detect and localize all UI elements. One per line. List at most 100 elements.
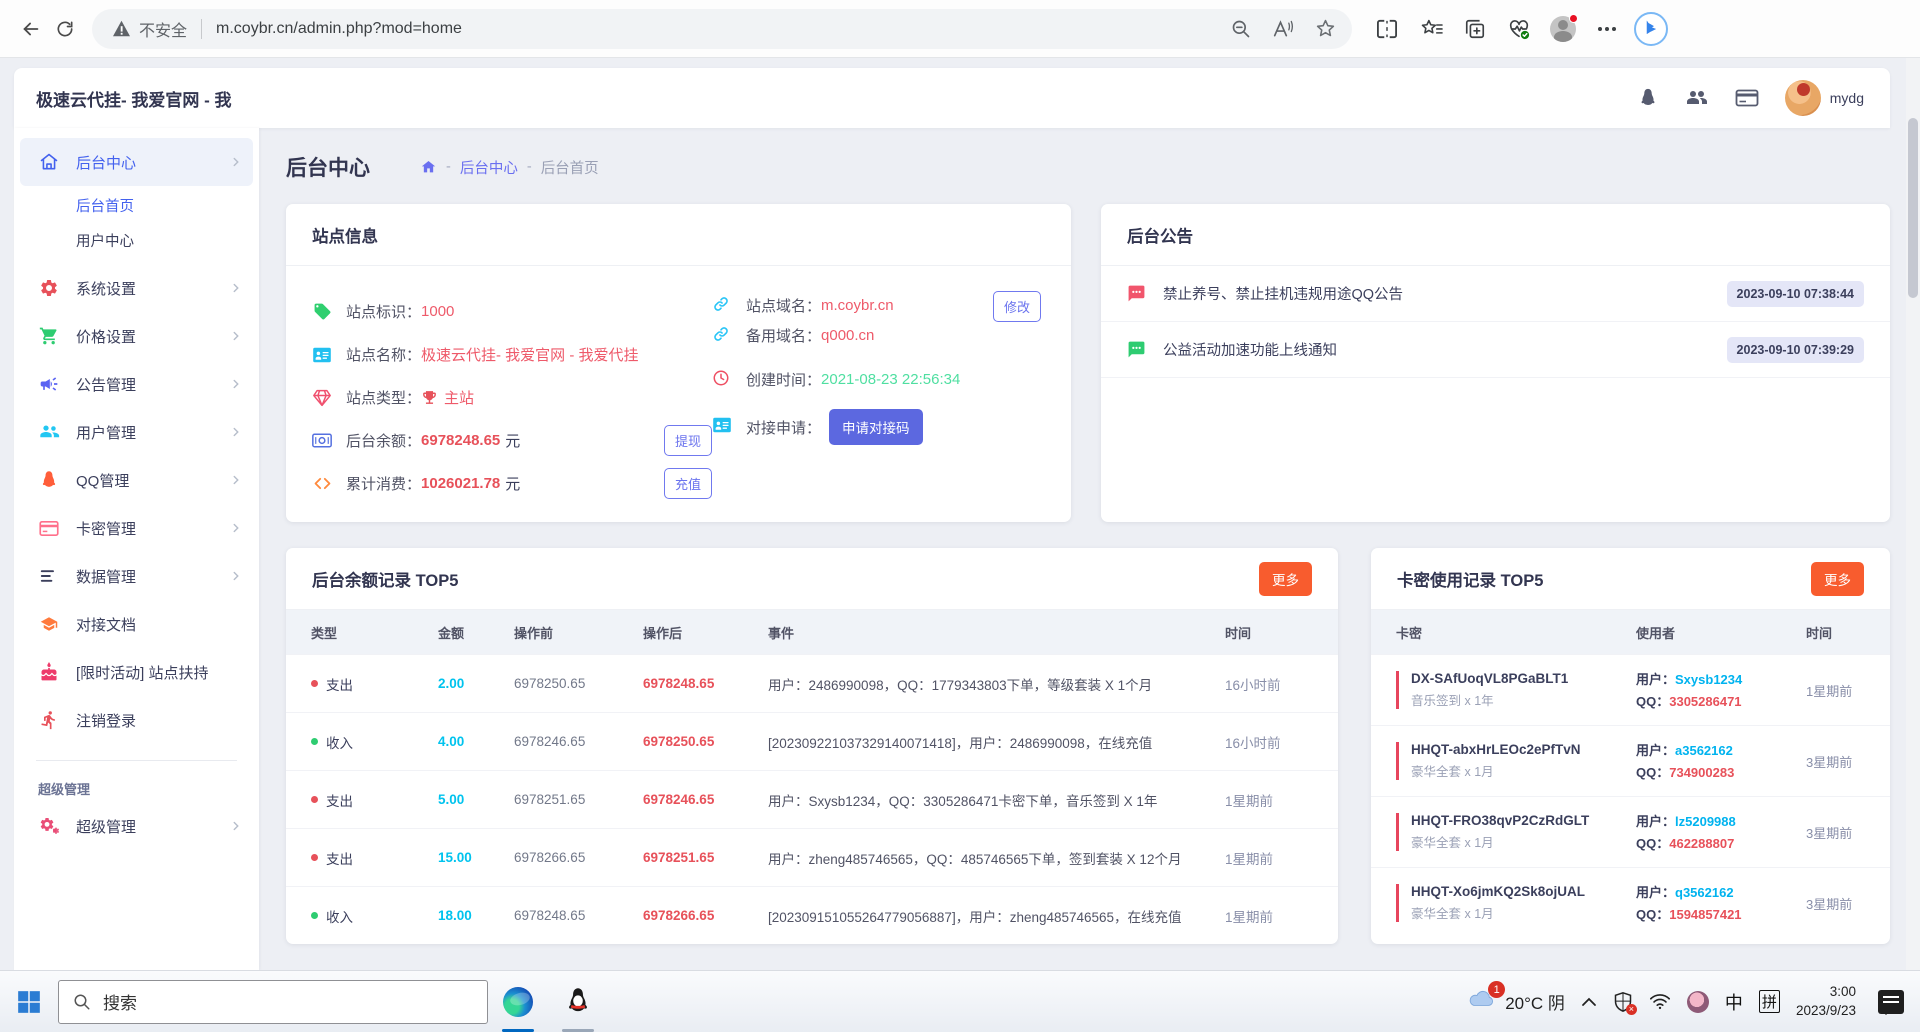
taskbar-qq-app[interactable] — [548, 971, 608, 1032]
sidebar-item-price-settings[interactable]: 价格设置 — [14, 312, 259, 360]
user-menu[interactable]: mydg — [1785, 80, 1864, 116]
qq-notify-icon[interactable] — [1637, 86, 1659, 110]
chevron-right-icon — [229, 377, 243, 391]
defender-shield-icon[interactable]: × — [1613, 991, 1633, 1013]
address-bar[interactable]: 不安全 m.coybr.cn/admin.php?mod=home — [92, 9, 1352, 49]
qq-icon — [564, 986, 592, 1018]
settings-menu-icon[interactable] — [1590, 12, 1624, 46]
announcement-time-badge: 2023-09-10 07:38:44 — [1727, 281, 1864, 307]
money-icon — [312, 431, 332, 451]
clock-date: 2023/9/23 — [1796, 1002, 1856, 1020]
income-dot — [311, 738, 318, 745]
sidebar-subitem-user-center[interactable]: 用户中心 — [14, 223, 259, 258]
taskbar-clock[interactable]: 3:00 2023/9/23 — [1796, 983, 1856, 1019]
site-name-row: 站点名称： 极速云代挂- 我爱官网 - 我爱代挂 — [312, 333, 712, 376]
tag-icon — [312, 302, 332, 322]
card-usage-more-button[interactable]: 更多 — [1811, 562, 1864, 596]
favorite-star-icon[interactable] — [1308, 12, 1342, 46]
users-icon[interactable] — [1685, 88, 1709, 108]
url-text[interactable]: m.coybr.cn/admin.php?mod=home — [216, 20, 1224, 38]
api-apply-row: 对接申请： 申请对接码 — [712, 408, 1045, 446]
gear-icon — [38, 277, 60, 299]
ime-mode-indicator[interactable]: 拼 — [1759, 990, 1780, 1013]
sidebar-item-super-admin[interactable]: 超级管理 — [14, 802, 259, 850]
read-aloud-icon[interactable] — [1266, 12, 1300, 46]
refresh-icon[interactable] — [48, 12, 82, 46]
income-dot — [311, 912, 318, 919]
balance-row: 支出 15.00 6978266.65 6978251.65 用户：zheng4… — [286, 828, 1338, 886]
recharge-button[interactable]: 充值 — [664, 468, 712, 499]
balance-row: 收入 4.00 6978246.65 6978250.65 [202309221… — [286, 712, 1338, 770]
billing-card-icon[interactable] — [1735, 89, 1759, 108]
sidebar-item-system-settings[interactable]: 系统设置 — [14, 264, 259, 312]
graduation-cap-icon — [38, 613, 60, 635]
card-usage-row: DX-SAfUoqVL8PGaBLT1音乐签到 x 1年 用户：Sxysb123… — [1371, 654, 1890, 725]
id-card-icon — [312, 345, 332, 365]
chevron-right-icon — [229, 569, 243, 583]
breadcrumb-backend-center[interactable]: 后台中心 — [460, 157, 518, 178]
breadcrumb-home-icon[interactable] — [420, 159, 437, 175]
browser-essentials-icon[interactable] — [1502, 12, 1536, 46]
admin-area: 极速云代挂- 我爱官网 - 我 mydg — [0, 58, 1920, 970]
collections-icon[interactable] — [1458, 12, 1492, 46]
split-screen-icon[interactable] — [1370, 12, 1404, 46]
runner-icon — [38, 709, 60, 731]
browser-profile-icon[interactable] — [1546, 12, 1580, 46]
balance-more-button[interactable]: 更多 — [1259, 562, 1312, 596]
card-usage-row: HHQT-FRO38qvP2CzRdGLT豪华全套 x 1月 用户：lz5209… — [1371, 796, 1890, 867]
site-info-title: 站点信息 — [312, 223, 378, 247]
trophy-icon — [421, 389, 438, 406]
chevron-right-icon — [229, 473, 243, 487]
edit-domain-button[interactable]: 修改 — [993, 291, 1041, 322]
balance-records-title: 后台余额记录 TOP5 — [312, 567, 458, 591]
taskbar-search-box[interactable]: 搜索 — [58, 980, 488, 1024]
sidebar-item-site-support[interactable]: [限时活动] 站点扶持 — [14, 648, 259, 696]
sidebar-item-backend-center[interactable]: 后台中心 — [20, 138, 253, 186]
wifi-icon[interactable] — [1649, 993, 1671, 1010]
chevron-right-icon — [229, 819, 243, 833]
scrollbar-thumb[interactable] — [1908, 118, 1918, 298]
sidebar-item-card-key-mgmt[interactable]: 卡密管理 — [14, 504, 259, 552]
sidebar-item-announcement-mgmt[interactable]: 公告管理 — [14, 360, 259, 408]
consume-row: 累计消费： 1026021.78 元 充值 — [312, 462, 712, 505]
user-name: mydg — [1830, 90, 1864, 106]
backup-domain-row: 备用域名： q000.cn — [712, 320, 1045, 350]
zoom-out-icon[interactable] — [1224, 12, 1258, 46]
sidebar-item-data-mgmt[interactable]: 数据管理 — [14, 552, 259, 600]
sidebar-subitem-backend-home[interactable]: 后台首页 — [14, 188, 259, 223]
chevron-right-icon — [229, 155, 243, 169]
expense-dot — [311, 680, 318, 687]
notification-center-icon[interactable] — [1878, 990, 1904, 1014]
ime-language-indicator[interactable]: 中 — [1725, 989, 1743, 1015]
created-time-row: 创建时间： 2021-08-23 22:56:34 — [712, 364, 1045, 394]
announcement-item[interactable]: 公益活动加速功能上线通知 2023-09-10 07:39:29 — [1101, 322, 1890, 378]
url-divider — [201, 19, 202, 39]
favorites-list-icon[interactable] — [1414, 12, 1448, 46]
apply-api-code-button[interactable]: 申请对接码 — [829, 409, 923, 445]
tray-avatar-icon[interactable] — [1687, 991, 1709, 1013]
bing-chat-icon[interactable] — [1634, 12, 1668, 46]
chevron-right-icon — [229, 329, 243, 343]
insecure-warning-icon[interactable] — [112, 20, 131, 37]
page-scrollbar[interactable] — [1906, 58, 1920, 970]
sidebar-item-user-mgmt[interactable]: 用户管理 — [14, 408, 259, 456]
sidebar-item-api-docs[interactable]: 对接文档 — [14, 600, 259, 648]
back-icon[interactable] — [14, 12, 48, 46]
security-label[interactable]: 不安全 — [139, 17, 187, 41]
withdraw-button[interactable]: 提现 — [664, 425, 712, 456]
app-header: 极速云代挂- 我爱官网 - 我 mydg — [14, 68, 1890, 128]
id-card-icon — [712, 417, 732, 437]
taskbar-edge-app[interactable] — [488, 971, 548, 1032]
start-button[interactable] — [0, 971, 58, 1032]
link-icon — [712, 295, 732, 315]
weather-widget[interactable]: 1 20°C 阴 — [1467, 988, 1565, 1015]
sidebar-item-qq-mgmt[interactable]: QQ管理 — [14, 456, 259, 504]
expense-dot — [311, 796, 318, 803]
balance-row: 收入 18.00 6978248.65 6978266.65 [20230915… — [286, 886, 1338, 944]
tray-chevron-up-icon[interactable] — [1581, 997, 1597, 1007]
search-placeholder: 搜索 — [103, 989, 137, 1014]
balance-row: 支出 2.00 6978250.65 6978248.65 用户：2486990… — [286, 654, 1338, 712]
screen: 不安全 m.coybr.cn/admin.php?mod=home — [0, 0, 1920, 1032]
announcement-item[interactable]: 禁止养号、禁止挂机违规用途QQ公告 2023-09-10 07:38:44 — [1101, 266, 1890, 322]
sidebar-item-logout[interactable]: 注销登录 — [14, 696, 259, 744]
